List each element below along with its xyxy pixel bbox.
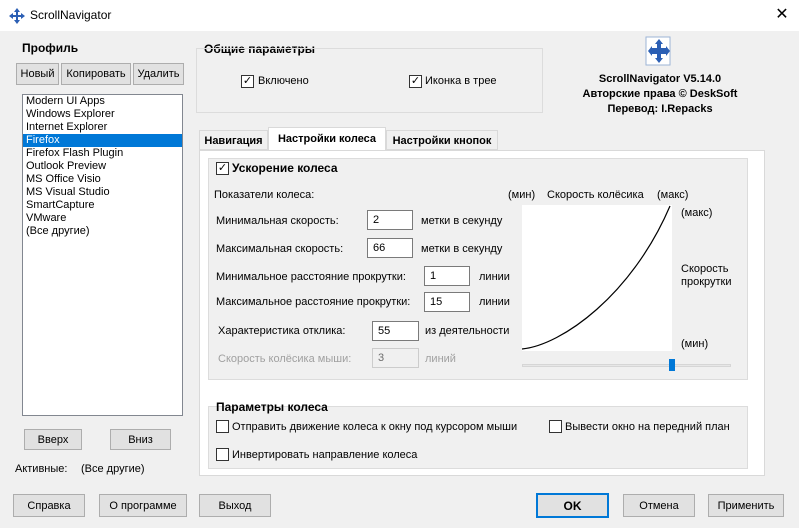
response-label: Характеристика отклика: xyxy=(218,325,346,337)
graph-min-right-label: (мин) xyxy=(681,338,709,350)
list-item[interactable]: SmartCapture xyxy=(23,199,182,212)
graph-ylabel-line1: Скорость xyxy=(681,263,729,275)
move-down-button[interactable]: Вниз xyxy=(110,429,171,450)
wheel-params-title: Параметры колеса xyxy=(216,400,328,414)
active-label: Активные: xyxy=(15,463,68,475)
tray-icon-label: Иконка в трее xyxy=(425,75,497,87)
list-item[interactable]: MS Visual Studio xyxy=(23,186,182,199)
acceleration-label: Ускорение колеса xyxy=(232,161,338,175)
move-up-button[interactable]: Вверх xyxy=(24,429,82,450)
tray-icon-checkbox[interactable]: ✓ xyxy=(409,75,422,88)
tab-wheel-settings[interactable]: Настройки колеса xyxy=(268,127,386,151)
min-speed-unit: метки в секунду xyxy=(421,215,503,227)
list-item[interactable]: (Все другие) xyxy=(23,225,182,238)
translation-credit: Перевод: I.Repacks xyxy=(607,103,713,115)
max-speed-label: Максимальная скорость: xyxy=(216,243,344,255)
response-unit: из деятельности xyxy=(425,325,510,337)
invert-direction-checkbox[interactable] xyxy=(216,448,229,461)
graph-ylabel-line2: прокрутки xyxy=(681,276,732,288)
close-icon[interactable]: ✕ xyxy=(770,4,794,26)
enabled-checkbox[interactable]: ✓ xyxy=(241,75,254,88)
tab-button-settings[interactable]: Настройки кнопок xyxy=(386,130,498,150)
cancel-button[interactable]: Отмена xyxy=(623,494,695,517)
max-distance-label: Максимальное расстояние прокрутки: xyxy=(216,296,411,308)
bring-foreground-label: Вывести окно на передний план xyxy=(565,421,730,433)
wheel-metrics-header: Показатели колеса: xyxy=(214,189,315,201)
mouse-speed-unit: линий xyxy=(425,353,456,365)
send-under-cursor-checkbox[interactable] xyxy=(216,420,229,433)
exit-button[interactable]: Выход xyxy=(199,494,271,517)
profile-list[interactable]: Modern UI Apps Windows Explorer Internet E… xyxy=(22,94,183,416)
window-title: ScrollNavigator xyxy=(30,8,112,22)
response-input[interactable]: 55 xyxy=(372,321,419,341)
min-distance-input[interactable]: 1 xyxy=(424,266,470,286)
list-item[interactable]: Firefox xyxy=(23,134,182,147)
mouse-speed-input: 3 xyxy=(372,348,419,368)
bring-foreground-checkbox[interactable] xyxy=(549,420,562,433)
max-speed-unit: метки в секунду xyxy=(421,243,503,255)
app-icon xyxy=(9,8,25,24)
send-under-cursor-label: Отправить движение колеса к окну под кур… xyxy=(232,421,518,433)
about-button[interactable]: О программе xyxy=(99,494,187,517)
ok-button[interactable]: OK xyxy=(536,493,609,518)
profile-title: Профиль xyxy=(22,41,79,55)
slider-track[interactable] xyxy=(522,364,731,367)
max-distance-input[interactable]: 15 xyxy=(424,292,470,312)
acceleration-checkbox[interactable]: ✓ xyxy=(216,162,229,175)
list-item[interactable]: Modern UI Apps xyxy=(23,95,182,108)
max-distance-unit: линии xyxy=(479,296,510,308)
list-item[interactable]: MS Office Visio xyxy=(23,173,182,186)
min-speed-label: Минимальная скорость: xyxy=(216,215,339,227)
copyright: Авторские права © DeskSoft xyxy=(582,88,738,100)
graph-max-right-label: (макс) xyxy=(681,207,713,219)
list-item[interactable]: Outlook Preview xyxy=(23,160,182,173)
invert-direction-label: Инвертировать направление колеса xyxy=(232,449,418,461)
min-speed-input[interactable]: 2 xyxy=(367,210,413,230)
list-item[interactable]: VMware xyxy=(23,212,182,225)
response-curve-graph xyxy=(522,205,672,351)
slider-thumb[interactable] xyxy=(669,359,676,371)
title-bar: ScrollNavigator ✕ xyxy=(0,0,799,31)
active-value: (Все другие) xyxy=(81,463,145,475)
new-profile-button[interactable]: Новый xyxy=(16,63,59,85)
list-item[interactable]: Internet Explorer xyxy=(23,121,182,134)
apply-button[interactable]: Применить xyxy=(708,494,784,517)
mouse-speed-label: Скорость колёсика мыши: xyxy=(218,353,352,365)
app-logo-icon xyxy=(645,36,671,66)
help-button[interactable]: Справка xyxy=(13,494,85,517)
enabled-label: Включено xyxy=(258,75,309,87)
graph-min-label: (мин) xyxy=(508,189,536,201)
graph-max-label: (макс) xyxy=(657,189,689,201)
graph-title: Скорость колёсика xyxy=(547,189,644,201)
min-distance-unit: линии xyxy=(479,271,510,283)
product-version: ScrollNavigator V5.14.0 xyxy=(598,73,722,85)
list-item[interactable]: Windows Explorer xyxy=(23,108,182,121)
about-block: ScrollNavigator V5.14.0 Авторские права … xyxy=(560,72,760,117)
min-distance-label: Минимальное расстояние прокрутки: xyxy=(216,271,406,283)
delete-profile-button[interactable]: Удалить xyxy=(133,63,184,85)
tab-navigation[interactable]: Навигация xyxy=(199,130,268,150)
list-item[interactable]: Firefox Flash Plugin xyxy=(23,147,182,160)
max-speed-input[interactable]: 66 xyxy=(367,238,413,258)
copy-profile-button[interactable]: Копировать xyxy=(61,63,131,85)
